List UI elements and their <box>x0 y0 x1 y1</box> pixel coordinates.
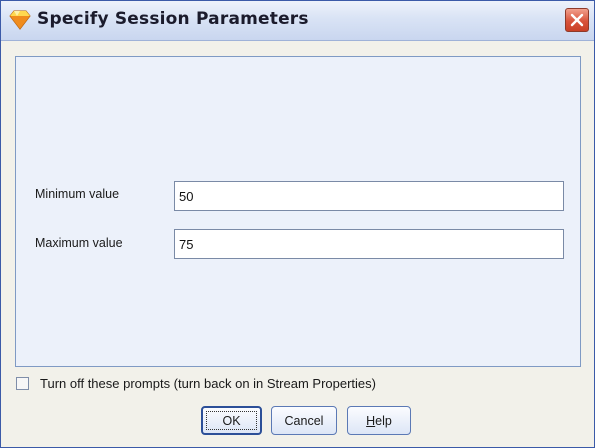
ok-label: OK <box>222 413 241 428</box>
parameters-panel: Minimum value Maximum value <box>15 56 581 367</box>
turn-off-prompts-label: Turn off these prompts (turn back on in … <box>40 376 376 391</box>
dialog-window: Specify Session Parameters Minimum value… <box>0 0 595 448</box>
ok-button[interactable]: OK <box>201 406 262 435</box>
help-mnemonic: H <box>366 413 376 428</box>
maximum-value-label: Maximum value <box>35 236 123 250</box>
cancel-button[interactable]: Cancel <box>271 406 337 435</box>
title-bar[interactable]: Specify Session Parameters <box>1 1 594 41</box>
cancel-label: Cancel <box>284 413 324 428</box>
maximum-value-input[interactable] <box>174 229 564 259</box>
help-label: Help <box>366 414 392 428</box>
turn-off-prompts-checkbox[interactable] <box>16 377 29 390</box>
help-button[interactable]: Help <box>347 406 411 435</box>
minimum-value-input[interactable] <box>174 181 564 211</box>
diamond-icon <box>9 10 31 30</box>
dialog-title: Specify Session Parameters <box>37 9 309 29</box>
minimum-value-label: Minimum value <box>35 187 120 201</box>
help-label-rest: elp <box>375 413 392 428</box>
close-button[interactable] <box>565 8 589 32</box>
close-icon <box>570 13 584 27</box>
